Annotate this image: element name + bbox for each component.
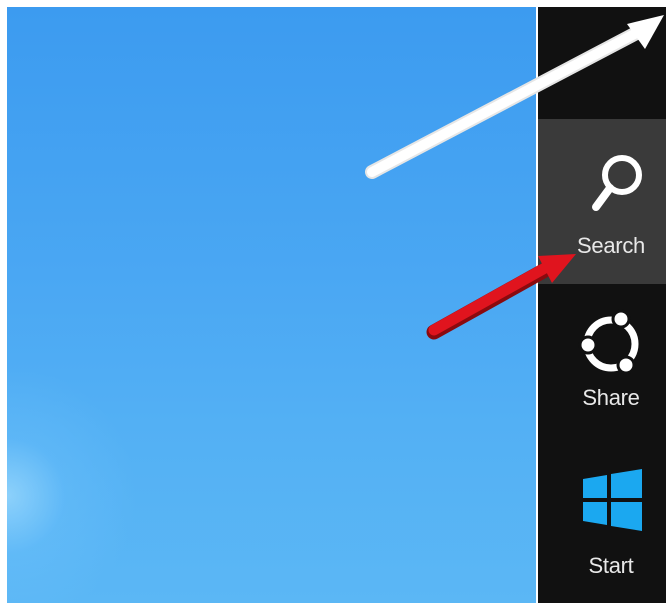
charm-start[interactable]: Start xyxy=(538,447,666,603)
charm-search-label: Search xyxy=(577,233,645,258)
share-icon xyxy=(578,309,639,375)
charm-share-label: Share xyxy=(582,385,640,410)
charm-share[interactable]: Share xyxy=(538,285,666,445)
charm-start-label: Start xyxy=(588,553,634,578)
windows-logo-icon xyxy=(583,469,642,531)
screen: Search Share Start xyxy=(0,0,666,610)
desktop-background xyxy=(7,7,536,603)
search-icon xyxy=(592,155,642,211)
charms-bar: Search Share Start xyxy=(538,7,666,603)
charm-search[interactable]: Search xyxy=(538,119,666,284)
